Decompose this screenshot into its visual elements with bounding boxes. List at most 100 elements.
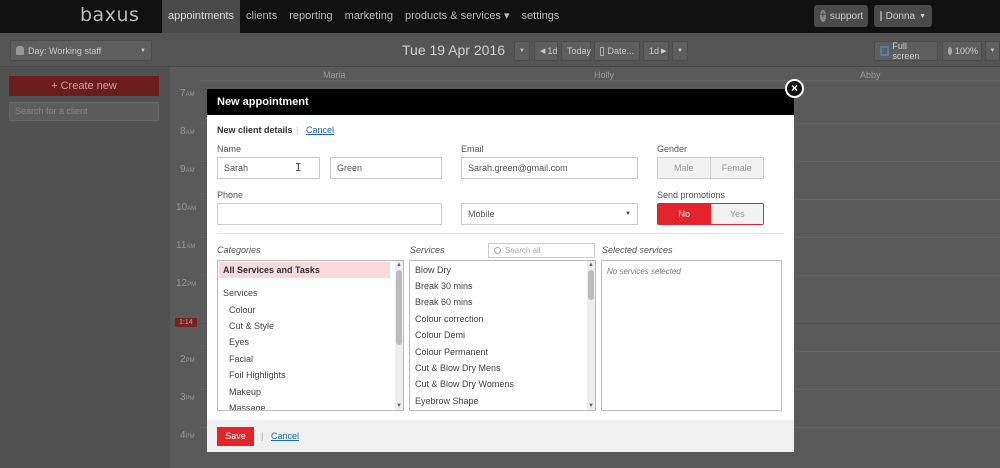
gender-male-option[interactable]: Male bbox=[658, 158, 711, 178]
service-item[interactable]: Cut & Blow Dry Womens bbox=[415, 379, 514, 389]
section-title: New client details bbox=[217, 125, 293, 135]
services-search-input[interactable]: Search all bbox=[488, 243, 595, 258]
service-item[interactable]: Cut & Blow Dry Mens bbox=[415, 363, 501, 373]
category-item[interactable]: Makeup bbox=[229, 387, 261, 397]
email-label: Email bbox=[461, 144, 484, 154]
categories-list: All Services and Tasks Services Colour C… bbox=[217, 260, 404, 411]
app-root: baxus appointments clients reporting mar… bbox=[0, 0, 1000, 468]
staff-column-abby: Abby bbox=[860, 70, 881, 80]
support-button[interactable]: + support bbox=[814, 5, 868, 27]
prev-day-label: 1d bbox=[547, 46, 558, 56]
magnifier-icon bbox=[948, 47, 952, 55]
category-item[interactable]: All Services and Tasks bbox=[223, 265, 320, 275]
more-options-button[interactable]: ▼ bbox=[672, 41, 688, 61]
service-item[interactable]: Break 60 mins bbox=[415, 297, 473, 307]
selected-services-list: No services selected bbox=[601, 260, 782, 411]
service-item[interactable]: Break 30 mins bbox=[415, 281, 473, 291]
date-picker-button[interactable]: Date... bbox=[594, 41, 640, 61]
promotions-no-option[interactable]: No bbox=[658, 204, 711, 224]
cancel-new-client-link[interactable]: Cancel bbox=[306, 125, 334, 135]
phone-label: Phone bbox=[217, 190, 244, 200]
user-icon bbox=[880, 11, 882, 21]
last-name-input[interactable]: Green bbox=[330, 157, 442, 179]
staff-view-select[interactable]: Day: Working staff ▼ bbox=[10, 40, 152, 61]
staff-column-holly: Holly bbox=[594, 70, 615, 80]
calendar-icon bbox=[600, 46, 605, 56]
calendar-toolbar: Day: Working staff ▼ Tue 19 Apr 2016 ▼ ◀… bbox=[0, 33, 1000, 67]
categories-label: Categories bbox=[217, 245, 261, 255]
time-label: 8AM bbox=[180, 126, 195, 137]
gender-toggle: Male Female bbox=[657, 157, 764, 179]
gender-female-option[interactable]: Female bbox=[710, 158, 763, 178]
time-label: 3PM bbox=[180, 392, 195, 403]
name-label: Name bbox=[217, 144, 242, 154]
left-panel: + Create new Search for a client bbox=[0, 67, 170, 468]
chevron-right-icon: ▶ bbox=[661, 48, 667, 55]
service-item[interactable]: Colour correction bbox=[415, 314, 484, 324]
category-item[interactable]: Colour bbox=[229, 305, 256, 315]
category-item[interactable]: Cut & Style bbox=[229, 321, 274, 331]
time-label: 7AM bbox=[180, 88, 195, 99]
zoom-dropdown-button[interactable]: ▼ bbox=[985, 41, 1000, 61]
staff-column-maria: Maria bbox=[323, 70, 346, 80]
nav-products-services[interactable]: products & services ▾ bbox=[399, 0, 516, 33]
service-item[interactable]: Eyebrow Shape bbox=[415, 396, 479, 406]
chevron-down-icon: ▼ bbox=[625, 211, 631, 217]
nav-reporting[interactable]: reporting bbox=[283, 0, 338, 33]
zoom-select[interactable]: 100% bbox=[942, 41, 982, 61]
nav-appointments[interactable]: appointments bbox=[162, 0, 241, 33]
email-input[interactable]: Sarah.green@gmail.com bbox=[461, 157, 638, 179]
first-name-input[interactable]: Sarah bbox=[217, 157, 320, 179]
services-scrollbar[interactable]: ▲ ▼ bbox=[587, 261, 595, 410]
next-day-button[interactable]: 1d ▶ bbox=[643, 41, 669, 61]
staff-view-label: Day: Working staff bbox=[28, 45, 102, 56]
prev-day-button[interactable]: ◀ 1d bbox=[534, 41, 558, 61]
category-item[interactable]: Massage bbox=[229, 403, 266, 410]
next-day-label: 1d bbox=[649, 46, 660, 56]
time-label: 2PM bbox=[180, 354, 195, 365]
scroll-down-icon: ▼ bbox=[396, 403, 402, 409]
scroll-up-icon: ▲ bbox=[396, 262, 402, 268]
date-picker-label: Date... bbox=[607, 46, 634, 56]
service-item[interactable]: Colour Permanent bbox=[415, 347, 488, 357]
chevron-down-icon: ▼ bbox=[519, 48, 525, 54]
category-item[interactable]: Eyes bbox=[229, 337, 249, 347]
close-icon[interactable]: × bbox=[785, 79, 804, 98]
chevron-left-icon: ◀ bbox=[540, 48, 546, 55]
create-new-button[interactable]: + Create new bbox=[9, 76, 159, 96]
service-item[interactable]: Colour Demi bbox=[415, 330, 465, 340]
chevron-down-icon: ▼ bbox=[140, 47, 146, 54]
phone-input[interactable] bbox=[217, 203, 442, 225]
save-button[interactable]: Save bbox=[217, 427, 254, 446]
today-button[interactable]: Today bbox=[561, 41, 591, 61]
phone-type-select[interactable]: Mobile ▼ bbox=[461, 203, 638, 225]
fullscreen-button[interactable]: Full screen bbox=[874, 41, 938, 61]
today-label: Today bbox=[567, 46, 592, 56]
categories-scrollbar[interactable]: ▲ ▼ bbox=[395, 261, 403, 410]
date-dropdown-button[interactable]: ▼ bbox=[514, 41, 530, 61]
service-item[interactable]: Blow Dry bbox=[415, 265, 451, 275]
nav-clients[interactable]: clients bbox=[240, 0, 283, 33]
category-item[interactable]: Facial bbox=[229, 354, 253, 364]
category-item[interactable]: Services bbox=[223, 288, 258, 298]
time-label: 4PM bbox=[180, 430, 195, 441]
main-nav: appointments clients reporting marketing… bbox=[162, 0, 565, 33]
separator: | bbox=[296, 125, 299, 135]
nav-marketing[interactable]: marketing bbox=[339, 0, 399, 33]
text-cursor-icon: I bbox=[295, 161, 302, 174]
new-appointment-modal: New appointment New client details | Can… bbox=[207, 89, 794, 452]
promotions-yes-option[interactable]: Yes bbox=[710, 204, 763, 224]
scroll-up-icon: ▲ bbox=[588, 262, 594, 268]
scroll-thumb[interactable] bbox=[588, 270, 594, 300]
services-list: Blow Dry Break 30 mins Break 60 mins Col… bbox=[409, 260, 596, 411]
separator: | bbox=[261, 431, 264, 441]
scroll-down-icon: ▼ bbox=[588, 403, 594, 409]
fullscreen-label: Full screen bbox=[892, 41, 920, 61]
user-menu-button[interactable]: Donna ▼ bbox=[874, 5, 932, 27]
client-search-input[interactable]: Search for a client bbox=[9, 102, 159, 121]
cancel-link[interactable]: Cancel bbox=[271, 431, 299, 441]
support-label: support bbox=[829, 10, 864, 22]
nav-settings[interactable]: settings bbox=[516, 0, 566, 33]
scroll-thumb[interactable] bbox=[396, 270, 402, 345]
category-item[interactable]: Foil Highlights bbox=[229, 370, 286, 380]
